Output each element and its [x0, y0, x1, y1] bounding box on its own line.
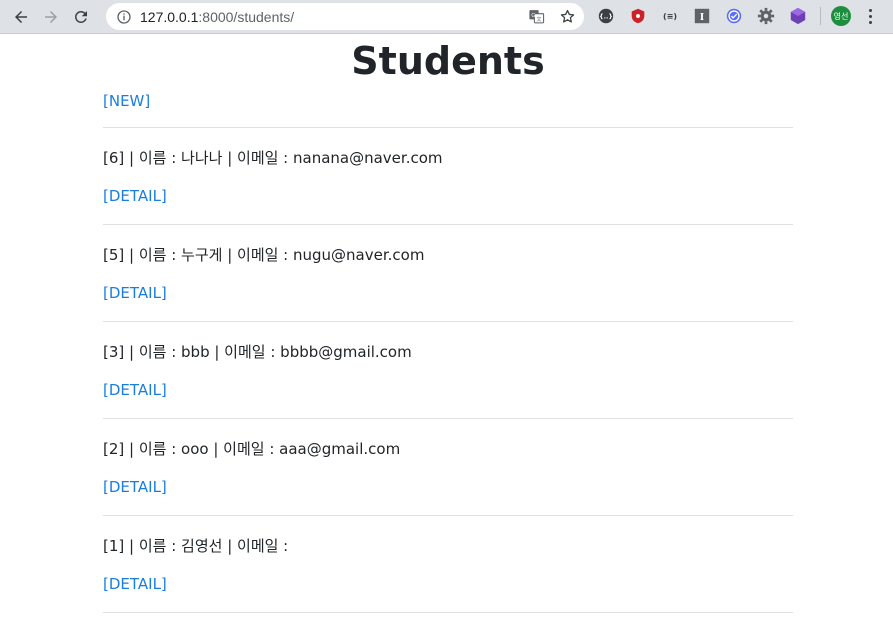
reload-icon [74, 10, 87, 23]
formatter-extension-icon[interactable]: (≡) [660, 6, 680, 26]
cube-extension-icon[interactable] [788, 6, 808, 26]
detail-link[interactable]: [DETAIL] [103, 381, 167, 399]
svg-text:I: I [700, 12, 705, 23]
student-item: [3] | 이름 : bbb | 이메일 : bbbb@gmail.com [D… [103, 322, 793, 419]
bookmark-star-icon[interactable] [559, 8, 576, 25]
reload-button[interactable] [68, 4, 94, 30]
student-item: [6] | 이름 : 나나나 | 이메일 : nanana@naver.com … [103, 128, 793, 225]
back-arrow-icon [15, 10, 27, 23]
detail-link[interactable]: [DETAIL] [103, 478, 167, 496]
student-info: [5] | 이름 : 누구게 | 이메일 : nugu@naver.com [103, 246, 425, 264]
check-extension-icon[interactable] [724, 6, 744, 26]
url-path: :8000/students/ [198, 8, 295, 25]
detail-link[interactable]: [DETAIL] [103, 187, 167, 205]
translate-icon[interactable]: G文 [528, 8, 545, 25]
student-info: [6] | 이름 : 나나나 | 이메일 : nanana@naver.com [103, 149, 443, 167]
student-item: [1] | 이름 : 김영선 | 이메일 : [DETAIL] [103, 516, 793, 613]
svg-text:文: 文 [537, 16, 542, 23]
profile-avatar[interactable]: 영선 [831, 6, 851, 26]
student-info: [2] | 이름 : ooo | 이메일 : aaa@gmail.com [103, 440, 401, 458]
student-info: [1] | 이름 : 김영선 | 이메일 : [103, 537, 289, 555]
site-info-icon[interactable] [116, 9, 132, 25]
browser-menu-icon[interactable] [863, 8, 877, 24]
browser-toolbar: 127.0.0.1:8000/students/ G文 {..} (≡) I 영… [0, 0, 893, 34]
instapaper-extension-icon[interactable]: I [692, 6, 712, 26]
detail-link[interactable]: [DETAIL] [103, 575, 167, 593]
settings-gear-extension-icon[interactable] [756, 6, 776, 26]
student-item: [2] | 이름 : ooo | 이메일 : aaa@gmail.com [DE… [103, 419, 793, 516]
json-viewer-extension-icon[interactable]: {..} [596, 6, 616, 26]
back-button[interactable] [8, 4, 34, 30]
student-list: [6] | 이름 : 나나나 | 이메일 : nanana@naver.com … [103, 128, 793, 613]
address-bar[interactable]: 127.0.0.1:8000/students/ G文 [106, 3, 584, 30]
url-host: 127.0.0.1 [140, 8, 199, 25]
student-info: [3] | 이름 : bbb | 이메일 : bbbb@gmail.com [103, 343, 412, 361]
forward-arrow-icon [45, 10, 57, 23]
extensions-bar: {..} (≡) I 영선 [596, 6, 877, 26]
page-content: Students [NEW] [6] | 이름 : 나나나 | 이메일 : na… [0, 35, 893, 619]
new-student-link[interactable]: [NEW] [103, 92, 150, 110]
student-item: [5] | 이름 : 누구게 | 이메일 : nugu@naver.com [D… [103, 225, 793, 322]
content-container: Students [NEW] [6] | 이름 : 나나나 | 이메일 : na… [103, 36, 793, 613]
svg-text:{..}: {..} [599, 14, 613, 21]
forward-button[interactable] [38, 4, 64, 30]
page-title: Students [351, 39, 545, 83]
url-text[interactable]: 127.0.0.1:8000/students/ [140, 9, 294, 25]
lastpass-extension-icon[interactable] [628, 6, 648, 26]
toolbar-separator [820, 7, 821, 25]
detail-link[interactable]: [DETAIL] [103, 284, 167, 302]
svg-text:G: G [531, 13, 535, 19]
